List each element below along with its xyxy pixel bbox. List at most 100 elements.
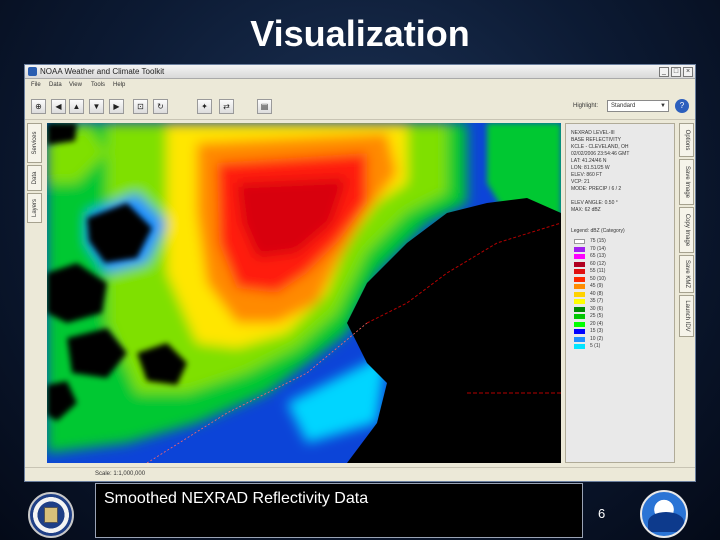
tab-data[interactable]: Data [27,165,42,191]
legend-label: 10 (2) [590,335,604,342]
highlight-select[interactable]: Standard ▼ [607,100,669,112]
noaa-logo [640,490,688,538]
menu-data[interactable]: Data [49,81,62,90]
close-button[interactable]: × [683,67,693,77]
legend-row: 15 (3) [570,328,670,334]
window-title: NOAA Weather and Climate Toolkit [40,67,165,76]
max-reflectivity: MAX: 62 dBZ [571,207,601,213]
info-line: NEXRAD LEVEL-III [571,130,615,136]
tab-launch-idv[interactable]: Launch IDV [679,295,694,337]
info-line: MODE: PRECIP / 6 / 2 [571,186,622,192]
identify-button[interactable]: ✦ [197,99,212,114]
legend-label: 65 (13) [590,253,606,259]
rotate-button[interactable]: ↻ [153,99,168,114]
app-icon [28,67,37,76]
legend-label: 35 (7) [590,298,604,304]
minimize-button[interactable]: _ [659,67,669,77]
zoom-in-button[interactable]: ⊕ [31,99,46,114]
legend-row: 20 (4) [570,321,670,327]
legend-label: 55 (11) [590,268,606,274]
maximize-button[interactable]: □ [671,67,681,77]
status-text: Scale: 1:1,000,000 [95,471,146,477]
toolbar: ⊕ ◀ ▲ ▼ ▶ ⊡ ↻ ✦ ⇄ ▤ Highlight: Standard … [25,92,695,120]
menu-view[interactable]: View [69,81,82,90]
layers-button[interactable]: ▤ [257,99,272,114]
doc-seal-logo [28,492,74,538]
tab-services-label: Services [31,131,38,155]
elevation-angle: ELEV ANGLE: 0.50 ° [571,200,618,206]
legend-swatch [574,246,585,252]
legend-label: 70 (14) [590,245,606,252]
tab-save-image-label: Save Image [683,165,690,199]
info-line: LAT: 41.24/46 N [571,158,607,164]
tab-layers[interactable]: Layers [27,193,42,223]
menu-file[interactable]: File [31,81,41,90]
legend-swatch [574,254,585,259]
pan-left-button[interactable]: ◀ [51,99,66,114]
export-button[interactable]: ⇄ [219,99,234,114]
legend-swatch [574,344,585,349]
radar-map[interactable] [47,123,561,463]
legend-swatch [574,306,585,312]
legend-row: 40 (8) [570,291,670,297]
legend-swatch [574,261,585,267]
legend-swatch [574,314,585,319]
pan-right-button[interactable]: ▶ [109,99,124,114]
legend-label: 60 (12) [590,260,606,267]
window-titlebar[interactable]: NOAA Weather and Climate Toolkit _ □ × [25,65,695,79]
tab-copy-image-label: Copy Image [683,213,690,247]
tab-layers-label: Layers [31,198,38,218]
select-button[interactable]: ⊡ [133,99,148,114]
legend-label: 30 (6) [590,305,604,312]
tab-copy-image[interactable]: Copy Image [679,207,694,253]
legend-label: 15 (3) [590,328,604,334]
noaa-bird-icon [648,512,684,532]
help-button[interactable]: ? [675,99,689,113]
seal-shield-icon [44,507,58,523]
info-line: ELEV: 860 FT [571,172,603,178]
tab-save-image[interactable]: Save Image [679,159,694,205]
menu-help[interactable]: Help [113,81,125,90]
legend-row: 55 (11) [570,268,670,274]
legend-swatch [574,269,585,274]
status-bar: Scale: 1:1,000,000 [25,467,695,481]
page-number: 6 [598,506,606,521]
tab-services[interactable]: Services [27,123,42,163]
info-line: LON: 81.51/25 W [571,165,610,171]
tab-options[interactable]: Options [679,123,694,157]
info-line: 02/02/2006 23:54:46 GMT [571,151,630,157]
tab-save-kmz-label: Save KMZ [683,259,690,289]
caption-text: Smoothed NEXRAD Reflectivity Data [104,490,369,507]
legend-label: 45 (9) [590,283,604,289]
legend-label: 40 (8) [590,290,604,297]
legend-label: 5 (1) [590,343,601,349]
right-tab-strip: Options Save Image Copy Image Save KMZ L… [679,123,695,463]
reflectivity-image [47,123,561,463]
legend-label: 25 (5) [590,313,604,319]
toolkit-window: NOAA Weather and Climate Toolkit _ □ × F… [24,64,696,482]
legend-label: 50 (10) [590,275,606,282]
legend-label: 20 (4) [590,320,604,327]
legend-row: 35 (7) [570,298,670,304]
chevron-down-icon: ▼ [660,103,666,109]
pan-down-button[interactable]: ▼ [89,99,104,114]
slide-title: Visualization [250,13,470,54]
pan-up-button[interactable]: ▲ [69,99,84,114]
caption-box: Smoothed NEXRAD Reflectivity Data [95,483,583,538]
legend-swatch [574,284,585,289]
tab-save-kmz[interactable]: Save KMZ [679,255,694,293]
legend-swatch [574,299,585,304]
legend-swatch [574,336,585,342]
info-line: KCLE - CLEVELAND, OH [571,144,629,150]
menu-tools[interactable]: Tools [91,81,105,90]
legend-swatch [574,239,585,244]
legend-row: 10 (2) [570,336,670,342]
legend-row: 50 (10) [570,276,670,282]
legend-swatch [574,321,585,327]
legend-row: 5 (1) [570,343,670,349]
legend-label: 75 (15) [590,238,606,244]
tab-options-label: Options [683,129,690,151]
highlight-label: Highlight: [573,103,599,109]
tab-data-label: Data [31,171,38,185]
info-panel: NEXRAD LEVEL-III BASE REFLECTIVITY KCLE … [565,123,675,463]
